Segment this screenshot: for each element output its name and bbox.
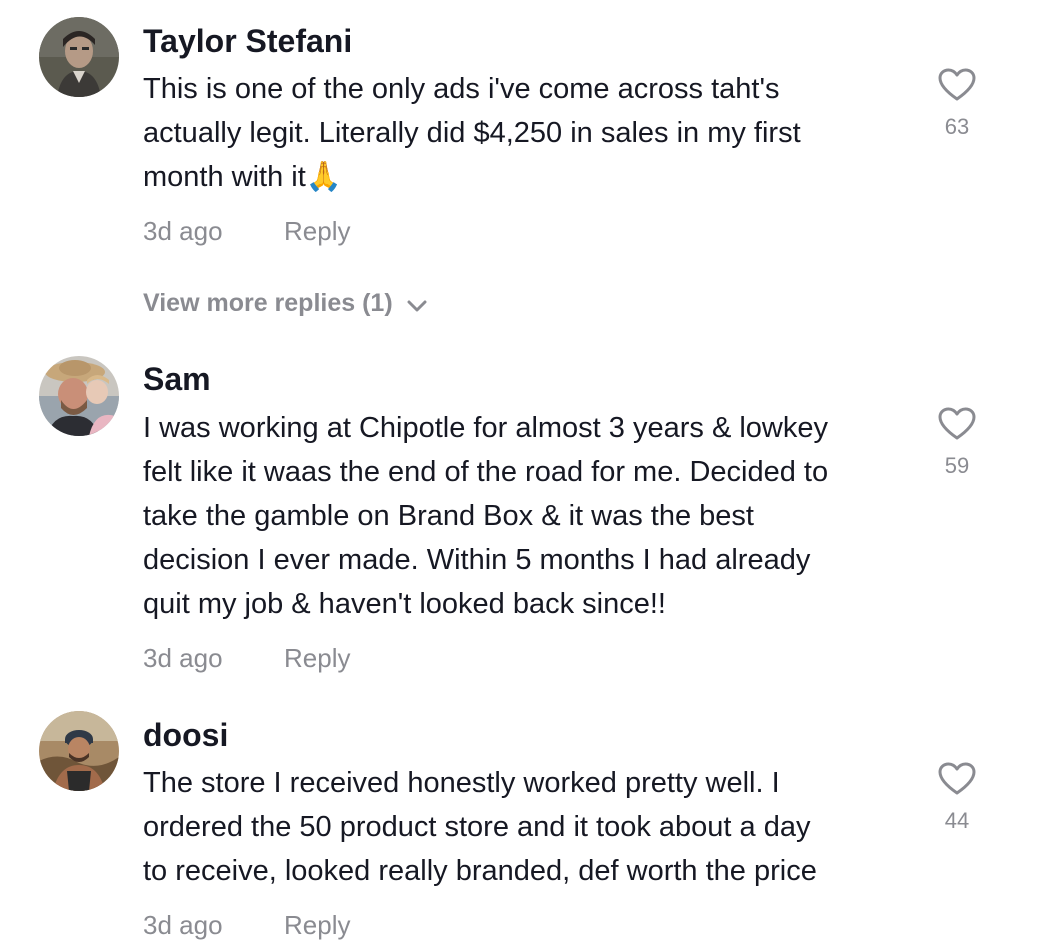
comment-text-line: I was working at Chipotle for almost 3 y…	[143, 412, 828, 444]
view-more-replies-button[interactable]: View more replies (1)	[143, 287, 427, 320]
comment-meta: 3d ago Reply	[143, 642, 350, 674]
comment-text: The store I received honestly worked pre…	[143, 761, 923, 893]
comment-text-line: decision I ever made. Within 5 months I …	[143, 544, 811, 576]
reply-button[interactable]: Reply	[284, 909, 350, 941]
username[interactable]: Sam	[143, 359, 211, 399]
comment-timestamp: 3d ago	[143, 643, 223, 673]
reply-button[interactable]: Reply	[284, 215, 350, 247]
like-count: 59	[944, 453, 970, 478]
heart-outline-icon	[938, 762, 976, 795]
avatar[interactable]	[39, 711, 119, 791]
comment-meta: 3d ago Reply	[143, 909, 350, 941]
comment-timestamp: 3d ago	[143, 216, 223, 246]
like-button[interactable]: 44	[930, 762, 984, 834]
comment-text-line: take the gamble on Brand Box & it was th…	[143, 500, 754, 532]
heart-outline-icon	[938, 407, 976, 440]
comment-text-line: The store I received honestly worked pre…	[143, 767, 780, 799]
like-button[interactable]: 63	[930, 68, 984, 140]
comment-meta: 3d ago Reply	[143, 215, 350, 247]
comment-text-line: actually legit. Literally did $4,250 in …	[143, 117, 801, 149]
comment-text-line: to receive, looked really branded, def w…	[143, 855, 817, 887]
comment-text-line: This is one of the only ads i've come ac…	[143, 73, 780, 105]
avatar[interactable]	[39, 17, 119, 97]
like-count: 63	[944, 114, 970, 139]
view-more-replies-label: View more replies (1)	[143, 289, 393, 317]
chevron-down-icon	[407, 288, 427, 320]
comment-text: This is one of the only ads i've come ac…	[143, 67, 923, 199]
comment-text-line: felt like it waas the end of the road fo…	[143, 456, 829, 488]
username[interactable]: doosi	[143, 715, 228, 755]
comment-timestamp: 3d ago	[143, 910, 223, 940]
username[interactable]: Taylor Stefani	[143, 21, 352, 61]
comment-text: I was working at Chipotle for almost 3 y…	[143, 406, 923, 626]
reply-button[interactable]: Reply	[284, 642, 350, 674]
like-count: 44	[944, 808, 970, 833]
comment-text-line: month with it🙏	[143, 161, 342, 193]
like-button[interactable]: 59	[930, 407, 984, 479]
comment-text-line: ordered the 50 product store and it took…	[143, 811, 811, 843]
avatar[interactable]	[39, 356, 119, 436]
comment-text-line: quit my job & haven't looked back since!…	[143, 588, 666, 620]
heart-outline-icon	[938, 68, 976, 101]
